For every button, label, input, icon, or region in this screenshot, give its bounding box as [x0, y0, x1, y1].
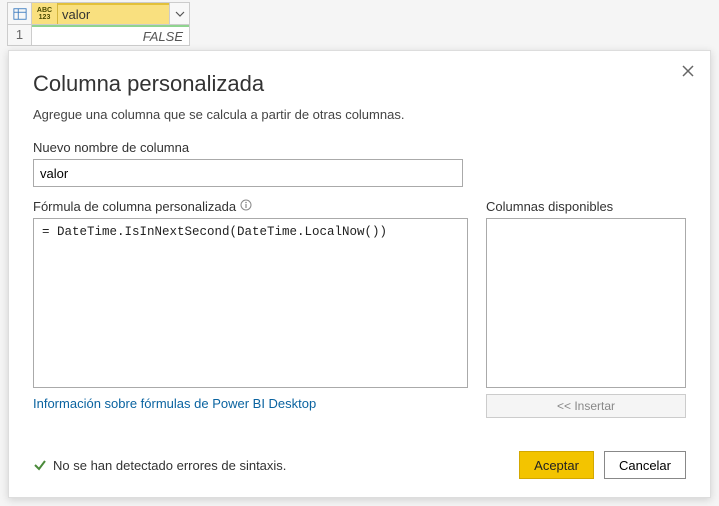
column-header-row: ABC 123 valor: [8, 3, 189, 25]
cell-value[interactable]: FALSE: [32, 25, 189, 45]
type-label-abc: ABC: [37, 7, 52, 14]
formula-label-text: Fórmula de columna personalizada: [33, 199, 236, 214]
dialog-subtitle: Agregue una columna que se calcula a par…: [33, 107, 686, 122]
accept-button[interactable]: Aceptar: [519, 451, 594, 479]
table-icon[interactable]: [8, 3, 32, 24]
table-row: 1 FALSE: [8, 25, 189, 45]
formula-label: Fórmula de columna personalizada: [33, 199, 468, 214]
column-filter-dropdown[interactable]: [169, 3, 189, 24]
column-name-header[interactable]: valor: [58, 3, 169, 24]
data-preview-table: ABC 123 valor 1 FALSE: [7, 2, 190, 46]
column-name-label: Nuevo nombre de columna: [33, 140, 686, 155]
column-name-input[interactable]: [33, 159, 463, 187]
custom-column-dialog: Columna personalizada Agregue una column…: [8, 50, 711, 498]
status-text: No se han detectado errores de sintaxis.: [53, 458, 286, 473]
available-columns-label: Columnas disponibles: [486, 199, 686, 214]
formula-editor[interactable]: = DateTime.IsInNextSecond(DateTime.Local…: [33, 218, 468, 388]
info-icon[interactable]: [240, 199, 252, 214]
learn-formulas-link[interactable]: Información sobre fórmulas de Power BI D…: [33, 396, 468, 411]
syntax-status: No se han detectado errores de sintaxis.: [33, 458, 286, 473]
close-button[interactable]: [678, 61, 698, 81]
dialog-title: Columna personalizada: [33, 71, 686, 97]
type-label-123: 123: [39, 14, 51, 21]
close-icon: [681, 64, 695, 78]
cancel-button[interactable]: Cancelar: [604, 451, 686, 479]
row-number: 1: [8, 25, 32, 45]
insert-button[interactable]: << Insertar: [486, 394, 686, 418]
check-icon: [33, 458, 47, 472]
column-name-text: valor: [62, 7, 90, 22]
available-columns-list[interactable]: [486, 218, 686, 388]
column-type-icon[interactable]: ABC 123: [32, 3, 58, 24]
